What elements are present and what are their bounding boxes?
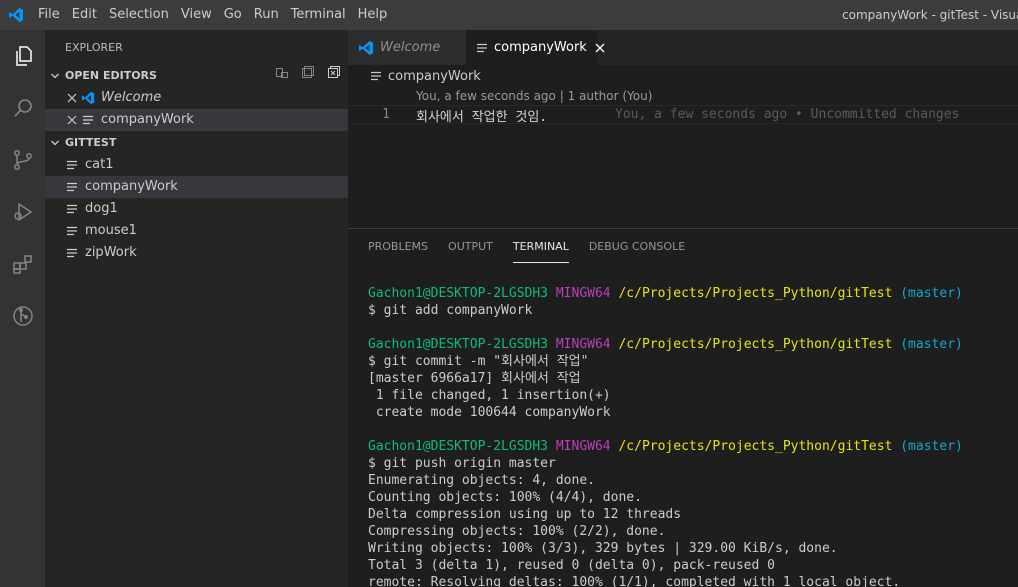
inline-blame: You, a few seconds ago • Uncommitted cha… xyxy=(615,107,960,122)
terminal-line: Counting objects: 100% (4/4), done. xyxy=(368,490,642,505)
codelens-blame[interactable]: You, a few seconds ago | 1 author (You) xyxy=(416,89,652,103)
plain-file-icon xyxy=(476,43,488,53)
close-icon[interactable] xyxy=(65,93,79,103)
open-editors-actions xyxy=(274,65,342,87)
search-icon[interactable] xyxy=(0,82,45,134)
new-untitled-file-icon[interactable] xyxy=(274,64,290,88)
file-label: mouse1 xyxy=(85,223,137,238)
source-control-icon[interactable] xyxy=(0,134,45,186)
open-editor-item[interactable]: companyWork xyxy=(45,109,348,131)
terminal-line: $ git commit -m "회사에서 작업" xyxy=(368,354,589,369)
file-label: dog1 xyxy=(85,201,118,216)
plain-file-icon xyxy=(65,204,79,214)
bottom-panel: PROBLEMS OUTPUT TERMINAL DEBUG CONSOLE G… xyxy=(348,228,1018,587)
tab-terminal[interactable]: TERMINAL xyxy=(512,229,569,263)
code-editor[interactable]: You, a few seconds ago | 1 author (You) … xyxy=(348,87,1018,228)
file-item-dog1[interactable]: dog1 xyxy=(45,198,348,220)
menu-edit[interactable]: Edit xyxy=(66,0,103,30)
menu-selection[interactable]: Selection xyxy=(103,0,175,30)
file-item-cat1[interactable]: cat1 xyxy=(45,154,348,176)
file-item-companywork[interactable]: companyWork xyxy=(45,176,348,198)
menu-bar: File Edit Selection View Go Run Terminal… xyxy=(32,0,393,30)
terminal-prompt: Gachon1@DESKTOP-2LGSDH3 MINGW64 /c/Proje… xyxy=(368,286,963,301)
terminal-prompt: Gachon1@DESKTOP-2LGSDH3 MINGW64 /c/Proje… xyxy=(368,439,963,454)
vscode-logo-icon xyxy=(0,0,32,30)
activity-bar xyxy=(0,30,45,587)
plain-file-icon xyxy=(65,182,79,192)
open-editors-header[interactable]: OPEN EDITORS xyxy=(45,65,348,87)
open-editors-label: OPEN EDITORS xyxy=(65,69,157,82)
tab-welcome[interactable]: Welcome xyxy=(348,30,466,65)
terminal-output[interactable]: Gachon1@DESKTOP-2LGSDH3 MINGW64 /c/Proje… xyxy=(368,285,1018,587)
terminal-line: Total 3 (delta 1), reused 0 (delta 0), p… xyxy=(368,558,775,573)
terminal-line: Enumerating objects: 4, done. xyxy=(368,473,595,488)
tab-label: Welcome xyxy=(380,40,441,55)
terminal-line: Delta compression using up to 12 threads xyxy=(368,507,682,522)
terminal-line: 1 file changed, 1 insertion(+) xyxy=(368,388,611,403)
plain-file-icon xyxy=(65,160,79,170)
terminal-line: $ git push origin master xyxy=(368,456,556,471)
title-bar: File Edit Selection View Go Run Terminal… xyxy=(0,0,1018,30)
close-tab-icon[interactable] xyxy=(595,43,605,53)
menu-run[interactable]: Run xyxy=(248,0,285,30)
sidebar-explorer: EXPLORER OPEN EDITORS Welcome companyWor… xyxy=(45,30,348,587)
terminal-line: Compressing objects: 100% (2/2), done. xyxy=(368,524,666,539)
breadcrumb-label: companyWork xyxy=(388,68,481,84)
chevron-down-icon xyxy=(45,138,65,148)
vscode-welcome-icon xyxy=(358,40,374,56)
save-all-icon[interactable] xyxy=(300,64,316,88)
open-editor-item[interactable]: Welcome xyxy=(45,87,348,109)
chevron-down-icon xyxy=(45,71,65,81)
terminal-line: Writing objects: 100% (3/3), 329 bytes |… xyxy=(368,541,838,556)
terminal-prompt: Gachon1@DESKTOP-2LGSDH3 MINGW64 /c/Proje… xyxy=(368,337,963,352)
tab-debug-console[interactable]: DEBUG CONSOLE xyxy=(589,229,685,265)
window-title: companyWork - gitTest - Visual Studio Co… xyxy=(842,8,1018,22)
menu-help[interactable]: Help xyxy=(352,0,394,30)
file-label: cat1 xyxy=(85,157,114,172)
terminal-line: remote: Resolving deltas: 100% (1/1), co… xyxy=(368,575,901,587)
terminal-line: $ git add companyWork xyxy=(368,303,533,318)
open-editor-label: companyWork xyxy=(101,112,194,127)
line-number: 1 xyxy=(382,107,390,122)
run-debug-icon[interactable] xyxy=(0,186,45,238)
line-text[interactable]: 회사에서 작업한 것임. xyxy=(416,106,547,125)
tab-problems[interactable]: PROBLEMS xyxy=(368,229,428,265)
file-item-zipwork[interactable]: zipWork xyxy=(45,242,348,264)
terminal-blank xyxy=(368,319,1018,336)
terminal-line: [master 6966a17] 회사에서 작업 xyxy=(368,371,581,386)
menu-go[interactable]: Go xyxy=(218,0,248,30)
folder-header-gittest[interactable]: GITTEST xyxy=(45,132,348,154)
sidebar-title: EXPLORER xyxy=(65,41,123,54)
terminal-line: create mode 100644 companyWork xyxy=(368,405,611,420)
plain-file-icon xyxy=(370,71,382,81)
close-icon[interactable] xyxy=(65,115,79,125)
open-editor-label: Welcome xyxy=(101,90,162,105)
close-all-editors-icon[interactable] xyxy=(326,64,342,88)
file-label: companyWork xyxy=(85,179,178,194)
git-graph-icon[interactable] xyxy=(0,290,45,342)
menu-view[interactable]: View xyxy=(175,0,218,30)
plain-file-icon xyxy=(65,248,79,258)
menu-terminal[interactable]: Terminal xyxy=(285,0,352,30)
plain-file-icon xyxy=(65,226,79,236)
file-item-mouse1[interactable]: mouse1 xyxy=(45,220,348,242)
extensions-icon[interactable] xyxy=(0,238,45,290)
explorer-icon[interactable] xyxy=(0,30,45,82)
editor-line[interactable]: 1 회사에서 작업한 것임. You, a few seconds ago • … xyxy=(348,105,1018,125)
panel-tabs: PROBLEMS OUTPUT TERMINAL DEBUG CONSOLE xyxy=(368,229,685,265)
vscode-welcome-icon xyxy=(81,90,95,106)
menu-file[interactable]: File xyxy=(32,0,66,30)
terminal-blank xyxy=(368,421,1018,438)
file-label: zipWork xyxy=(85,245,137,260)
tab-companywork[interactable]: companyWork xyxy=(466,30,605,65)
tab-output[interactable]: OUTPUT xyxy=(448,229,493,265)
folder-label: GITTEST xyxy=(65,136,117,149)
plain-file-icon xyxy=(81,115,95,125)
tab-label: companyWork xyxy=(494,40,587,55)
editor-tabs: Welcome companyWork xyxy=(348,30,1018,65)
breadcrumb[interactable]: companyWork xyxy=(348,65,1018,87)
